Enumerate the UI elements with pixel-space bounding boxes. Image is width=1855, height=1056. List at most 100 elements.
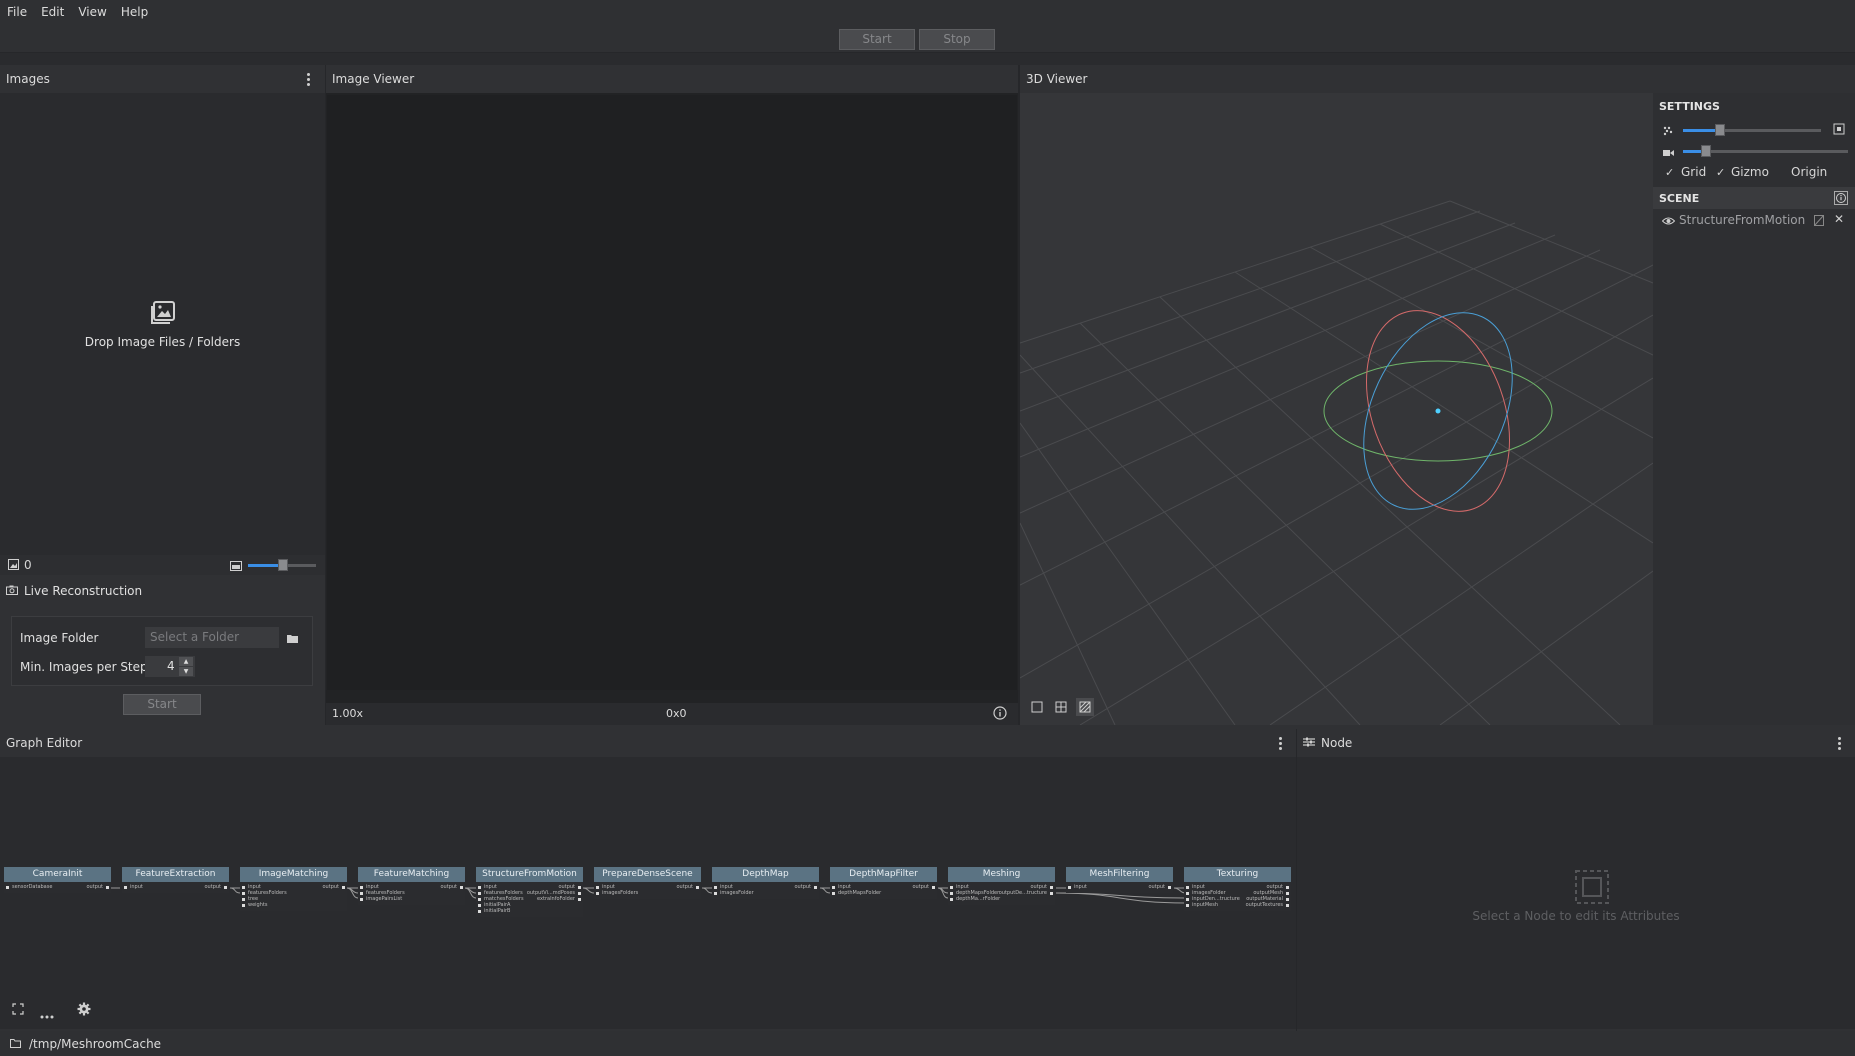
stop-button[interactable]: Stop — [919, 29, 995, 50]
input-port[interactable] — [1186, 891, 1189, 895]
image-folder-input[interactable]: Select a Folder — [145, 627, 279, 648]
menu-file[interactable]: File — [0, 0, 34, 25]
graph-node[interactable]: PrepareDenseScene input imagesFolders outpu… — [594, 867, 701, 899]
grid-toggle-label[interactable]: Grid — [1681, 165, 1706, 179]
graph-node-title: StructureFromMotion — [476, 867, 583, 882]
visibility-eye-icon[interactable] — [1661, 215, 1676, 229]
input-port[interactable] — [242, 885, 245, 889]
info-icon[interactable] — [993, 706, 1007, 723]
remove-scene-item-icon[interactable]: ✕ — [1834, 212, 1844, 226]
input-port[interactable] — [478, 909, 481, 913]
folder-icon[interactable] — [287, 632, 298, 646]
scene-info-icon[interactable] — [1834, 191, 1848, 208]
live-start-button[interactable]: Start — [123, 694, 201, 715]
input-port[interactable] — [1186, 885, 1189, 889]
graph-node[interactable]: DepthMapFilter input depthMapsFolder output — [830, 867, 937, 899]
output-port[interactable] — [578, 891, 581, 895]
view-textured-icon[interactable] — [1076, 698, 1094, 716]
status-bar: /tmp/MeshroomCache — [0, 1031, 1855, 1056]
graph-node[interactable]: Meshing input depthMapsFolder depthMa...rFo… — [948, 867, 1055, 905]
graph-node[interactable]: CameraInit sensorDatabase output — [4, 867, 111, 893]
view-solid-icon[interactable] — [1028, 698, 1046, 716]
input-port[interactable] — [478, 885, 481, 889]
output-port[interactable] — [1168, 885, 1171, 889]
output-port[interactable] — [342, 885, 345, 889]
input-port[interactable] — [1068, 885, 1071, 889]
graph-editor-menu-icon[interactable] — [1279, 737, 1283, 751]
spin-down-icon[interactable]: ▼ — [179, 667, 193, 676]
output-port[interactable] — [224, 885, 227, 889]
media-library-icon[interactable] — [1814, 215, 1824, 229]
min-images-spinbox[interactable]: 4 ▲ ▼ — [145, 656, 195, 677]
menu-edit[interactable]: Edit — [34, 0, 71, 25]
graph-editor-canvas[interactable]: CameraInit sensorDatabase output FeatureExt… — [0, 757, 1296, 1029]
input-port[interactable] — [478, 903, 481, 907]
output-port[interactable] — [1286, 885, 1289, 889]
more-options-icon[interactable] — [40, 1008, 54, 1022]
output-port[interactable] — [578, 897, 581, 901]
output-port[interactable] — [696, 885, 699, 889]
graph-node-body: input depthMapsFolder depthMa...rFolder out… — [948, 882, 1055, 905]
input-port[interactable] — [478, 897, 481, 901]
input-port[interactable] — [950, 891, 953, 895]
input-port[interactable] — [478, 891, 481, 895]
input-port[interactable] — [714, 885, 717, 889]
origin-toggle-label[interactable]: Origin — [1791, 165, 1827, 179]
grid-check-icon[interactable]: ✓ — [1665, 166, 1674, 179]
output-port[interactable] — [106, 885, 109, 889]
graph-node[interactable]: MeshFiltering input output — [1066, 867, 1173, 893]
input-port[interactable] — [360, 885, 363, 889]
input-port[interactable] — [1186, 897, 1189, 901]
output-port[interactable] — [1286, 903, 1289, 907]
graph-node[interactable]: Texturing input imagesFolder inputDen...tru… — [1184, 867, 1291, 911]
input-port[interactable] — [124, 885, 127, 889]
input-port[interactable] — [242, 891, 245, 895]
scene-title: SCENE — [1659, 192, 1700, 205]
output-port[interactable] — [814, 885, 817, 889]
graph-node[interactable]: FeatureMatching input featuresFolders image… — [358, 867, 465, 905]
view-wireframe-icon[interactable] — [1052, 698, 1070, 716]
images-menu-icon[interactable] — [307, 73, 311, 87]
drop-image-icon — [0, 300, 325, 329]
menu-view[interactable]: View — [71, 0, 113, 25]
fit-graph-icon[interactable] — [12, 1003, 24, 1018]
input-port[interactable] — [950, 897, 953, 901]
node-panel-menu-icon[interactable] — [1838, 737, 1842, 751]
graph-node[interactable]: StructureFromMotion input featuresFolders m… — [476, 867, 583, 917]
input-port[interactable] — [242, 897, 245, 901]
input-port[interactable] — [1186, 903, 1189, 907]
live-reconstruction-header[interactable]: Live Reconstruction — [0, 580, 325, 602]
input-port[interactable] — [596, 885, 599, 889]
graph-settings-gear-icon[interactable] — [77, 1002, 91, 1019]
input-port[interactable] — [242, 903, 245, 907]
output-port[interactable] — [1050, 891, 1053, 895]
output-port[interactable] — [1050, 885, 1053, 889]
input-port[interactable] — [832, 891, 835, 895]
input-port[interactable] — [950, 885, 953, 889]
scene-item-label[interactable]: StructureFromMotion — [1679, 213, 1805, 227]
output-port[interactable] — [1286, 891, 1289, 895]
gizmo-check-icon[interactable]: ✓ — [1716, 166, 1725, 179]
output-port[interactable] — [932, 885, 935, 889]
graph-node[interactable]: DepthMap input imagesFolder output — [712, 867, 819, 899]
output-port[interactable] — [460, 885, 463, 889]
fit-view-icon[interactable] — [1833, 123, 1845, 138]
start-button[interactable]: Start — [839, 29, 915, 50]
input-port[interactable] — [832, 885, 835, 889]
menu-help[interactable]: Help — [114, 0, 155, 25]
input-port-label: imagesFolder — [720, 890, 754, 896]
input-port[interactable] — [360, 891, 363, 895]
output-port[interactable] — [578, 885, 581, 889]
input-port[interactable] — [714, 891, 717, 895]
output-port[interactable] — [1286, 897, 1289, 901]
viewer3d-canvas[interactable] — [1020, 93, 1653, 725]
input-port[interactable] — [360, 897, 363, 901]
graph-node[interactable]: FeatureExtraction input output — [122, 867, 229, 893]
gizmo-toggle-label[interactable]: Gizmo — [1731, 165, 1769, 179]
graph-node-title: Meshing — [948, 867, 1055, 882]
spin-up-icon[interactable]: ▲ — [179, 657, 193, 666]
graph-node[interactable]: ImageMatching input featuresFolders tree wei… — [240, 867, 347, 911]
input-port[interactable] — [596, 891, 599, 895]
input-port-label: initialPairB — [484, 908, 511, 914]
input-port[interactable] — [6, 885, 9, 889]
